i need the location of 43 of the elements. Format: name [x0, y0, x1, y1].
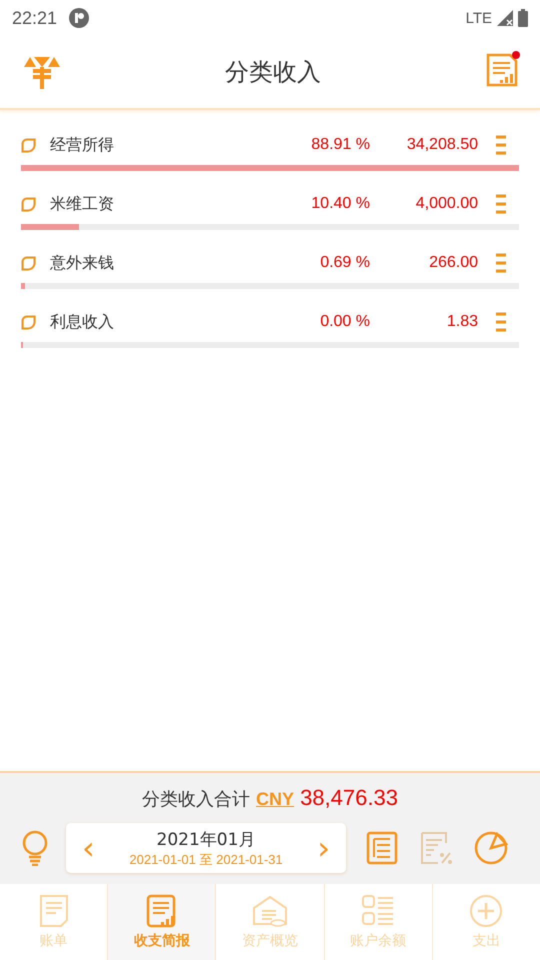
month-label: 2021年01月 — [156, 828, 256, 850]
yen-logo-icon[interactable] — [24, 55, 60, 89]
category-percent: 10.40 % — [310, 195, 370, 213]
category-name: 米维工资 — [50, 194, 115, 214]
category-percent: 88.91 % — [310, 136, 370, 154]
category-amount: 1.83 — [446, 313, 478, 331]
category-amount: 266.00 — [428, 254, 478, 272]
category-name: 经营所得 — [50, 134, 115, 156]
currency-link[interactable]: CNY — [256, 789, 294, 810]
category-amount: 4,000.00 — [414, 195, 478, 213]
menu-icon[interactable] — [495, 253, 507, 273]
category-checkbox[interactable] — [21, 196, 36, 212]
signal-icon — [496, 9, 514, 27]
category-checkbox[interactable] — [21, 256, 36, 270]
category-amount: 34,208.50 — [406, 136, 478, 154]
network-label: LTE — [466, 10, 492, 26]
nav-tab[interactable]: 收支简报 — [108, 884, 216, 960]
total-label: 分类收入合计 — [142, 788, 250, 811]
lightbulb-icon[interactable] — [20, 830, 50, 866]
status-time: 22:21 — [12, 8, 58, 28]
menu-icon[interactable] — [495, 194, 507, 214]
list-icon — [361, 894, 396, 928]
app-notification-icon — [69, 8, 90, 28]
next-month-button[interactable]: › — [311, 832, 336, 864]
menu-icon[interactable] — [495, 312, 507, 332]
list-view-icon[interactable] — [366, 831, 398, 865]
category-checkbox[interactable] — [21, 314, 36, 330]
date-range: 2021-01-01 至 2021-01-31 — [129, 850, 283, 868]
category-percent: 0.69 % — [319, 254, 370, 272]
previous-month-button[interactable]: ‹ — [76, 832, 101, 864]
category-name: 利息收入 — [50, 312, 115, 332]
menu-icon[interactable] — [495, 135, 507, 155]
total-amount: 38,476.33 — [300, 785, 398, 811]
battery-icon — [518, 9, 528, 27]
category-percent: 0.00 % — [319, 313, 370, 331]
report-icon — [486, 53, 518, 87]
percent-report-icon[interactable] — [420, 831, 452, 865]
house-icon — [252, 894, 288, 928]
plus-icon — [469, 894, 504, 928]
page-title: 分类收入 — [225, 57, 321, 88]
category-checkbox[interactable] — [21, 138, 36, 152]
pie-chart-icon[interactable] — [474, 831, 508, 865]
category-name: 意外来钱 — [50, 252, 115, 274]
